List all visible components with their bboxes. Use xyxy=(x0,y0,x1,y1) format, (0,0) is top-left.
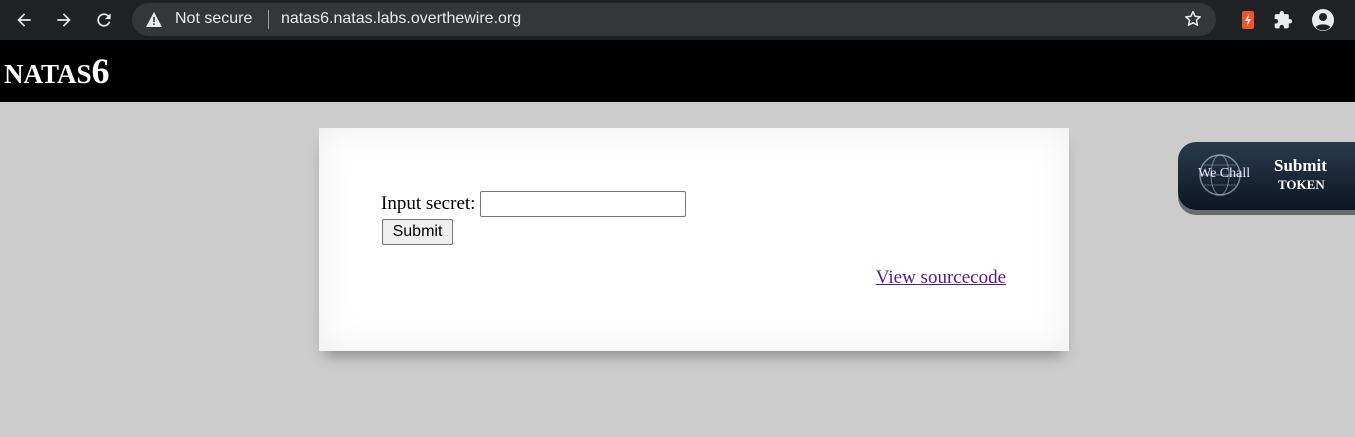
extension-button[interactable] xyxy=(1235,7,1261,33)
back-arrow-icon xyxy=(17,13,31,27)
url-separator xyxy=(268,10,269,29)
url-text[interactable]: natas6.natas.labs.overthewire.org xyxy=(281,10,521,28)
page-title: NATAS6 xyxy=(4,53,110,89)
secret-input[interactable] xyxy=(480,191,687,217)
extensions-puzzle-icon xyxy=(1274,10,1293,29)
page-title-text: NATAS xyxy=(4,59,92,89)
wechall-logo: We Chall xyxy=(1198,166,1251,181)
badge-token-text: TOKEN xyxy=(1278,177,1325,192)
secret-form-row: Input secret: xyxy=(381,191,687,217)
security-status[interactable]: Not secure xyxy=(175,10,252,28)
extensions-menu-button[interactable] xyxy=(1270,7,1296,33)
profile-button[interactable] xyxy=(1310,7,1336,33)
browser-toolbar: Not secure natas6.natas.labs.overthewire… xyxy=(0,0,1355,40)
bookmark-star-icon[interactable] xyxy=(1183,9,1203,29)
reload-button[interactable] xyxy=(90,6,118,34)
page-title-level: 6 xyxy=(91,51,110,91)
badge-submit-text: Submit xyxy=(1274,156,1327,175)
page-header: NATAS6 xyxy=(0,40,1355,102)
extension-icon xyxy=(1242,11,1254,29)
back-button[interactable] xyxy=(10,6,38,34)
profile-icon xyxy=(1312,9,1334,31)
address-bar[interactable]: Not secure natas6.natas.labs.overthewire… xyxy=(132,3,1216,36)
warning-icon xyxy=(146,12,162,27)
content-panel: Input secret: Submit View sourcecode xyxy=(319,128,1069,351)
submit-button[interactable]: Submit xyxy=(382,219,453,245)
forward-button[interactable] xyxy=(50,6,78,34)
forward-arrow-icon xyxy=(57,13,71,27)
secret-label: Input secret: xyxy=(381,193,476,214)
reload-icon xyxy=(97,13,111,27)
wechall-submit-token-badge[interactable]: We Chall Submit TOKEN xyxy=(1178,142,1355,210)
view-sourcecode-link[interactable]: View sourcecode xyxy=(876,267,1006,289)
